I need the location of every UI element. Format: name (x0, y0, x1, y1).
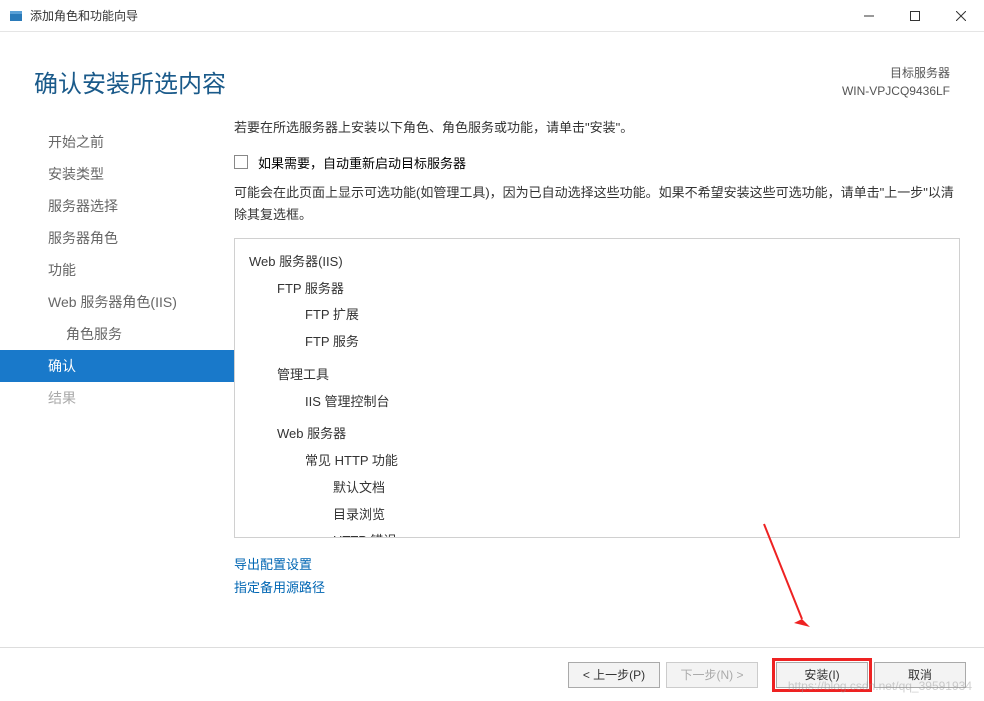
sidebar-item-features[interactable]: 功能 (0, 254, 234, 286)
maximize-button[interactable] (892, 0, 938, 31)
tree-item: Web 服务器 (249, 421, 945, 448)
target-server-name: WIN-VPJCQ9436LF (842, 82, 950, 100)
target-server-box: 目标服务器 WIN-VPJCQ9436LF (842, 64, 950, 100)
restart-checkbox-label: 如果需要，自动重新启动目标服务器 (258, 153, 466, 172)
tree-item: FTP 服务 (249, 329, 945, 356)
target-label: 目标服务器 (842, 64, 950, 82)
main-content: 若要在所选服务器上安装以下角色、角色服务或功能，请单击"安装"。 如果需要，自动… (234, 118, 984, 618)
close-button[interactable] (938, 0, 984, 31)
tree-item: 常见 HTTP 功能 (249, 448, 945, 475)
sidebar-item-install-type[interactable]: 安装类型 (0, 158, 234, 190)
tree-item: Web 服务器(IIS) (249, 249, 945, 276)
window-title: 添加角色和功能向导 (30, 7, 138, 24)
sidebar-item-server-select[interactable]: 服务器选择 (0, 190, 234, 222)
export-config-link[interactable]: 导出配置设置 (234, 552, 960, 575)
minimize-button[interactable] (846, 0, 892, 31)
restart-checkbox-row[interactable]: 如果需要，自动重新启动目标服务器 (234, 153, 960, 172)
page-title: 确认安装所选内容 (34, 64, 226, 99)
sidebar-item-server-roles[interactable]: 服务器角色 (0, 222, 234, 254)
app-icon (8, 8, 24, 24)
sidebar-item-results: 结果 (0, 382, 234, 414)
titlebar: 添加角色和功能向导 (0, 0, 984, 32)
intro-text: 若要在所选服务器上安装以下角色、角色服务或功能，请单击"安装"。 (234, 118, 960, 139)
window-controls (846, 0, 984, 31)
tree-item: 管理工具 (249, 362, 945, 389)
sidebar-item-iis[interactable]: Web 服务器角色(IIS) (0, 286, 234, 318)
next-button: 下一步(N) > (666, 662, 758, 688)
restart-checkbox[interactable] (234, 155, 248, 169)
tree-item: HTTP 错误 (249, 528, 945, 538)
sidebar-item-before[interactable]: 开始之前 (0, 126, 234, 158)
sidebar: 开始之前 安装类型 服务器选择 服务器角色 功能 Web 服务器角色(IIS) … (0, 118, 234, 618)
selection-tree[interactable]: Web 服务器(IIS) FTP 服务器 FTP 扩展 FTP 服务 管理工具 … (234, 238, 960, 538)
sidebar-item-role-services[interactable]: 角色服务 (0, 318, 234, 350)
tree-item: 目录浏览 (249, 502, 945, 529)
tree-item: IIS 管理控制台 (249, 389, 945, 416)
tree-item: FTP 扩展 (249, 302, 945, 329)
body: 开始之前 安装类型 服务器选择 服务器角色 功能 Web 服务器角色(IIS) … (0, 118, 984, 618)
watermark: https://blog.csdn.net/qq_39591934 (788, 679, 972, 693)
previous-button[interactable]: < 上一步(P) (568, 662, 660, 688)
alt-source-link[interactable]: 指定备用源路径 (234, 575, 960, 598)
sidebar-item-confirm[interactable]: 确认 (0, 350, 234, 382)
tree-item: 默认文档 (249, 475, 945, 502)
header: 确认安装所选内容 目标服务器 WIN-VPJCQ9436LF (0, 32, 984, 118)
tree-item: FTP 服务器 (249, 276, 945, 303)
note-text: 可能会在此页面上显示可选功能(如管理工具)，因为已自动选择这些功能。如果不希望安… (234, 182, 960, 226)
links: 导出配置设置 指定备用源路径 (234, 552, 960, 598)
